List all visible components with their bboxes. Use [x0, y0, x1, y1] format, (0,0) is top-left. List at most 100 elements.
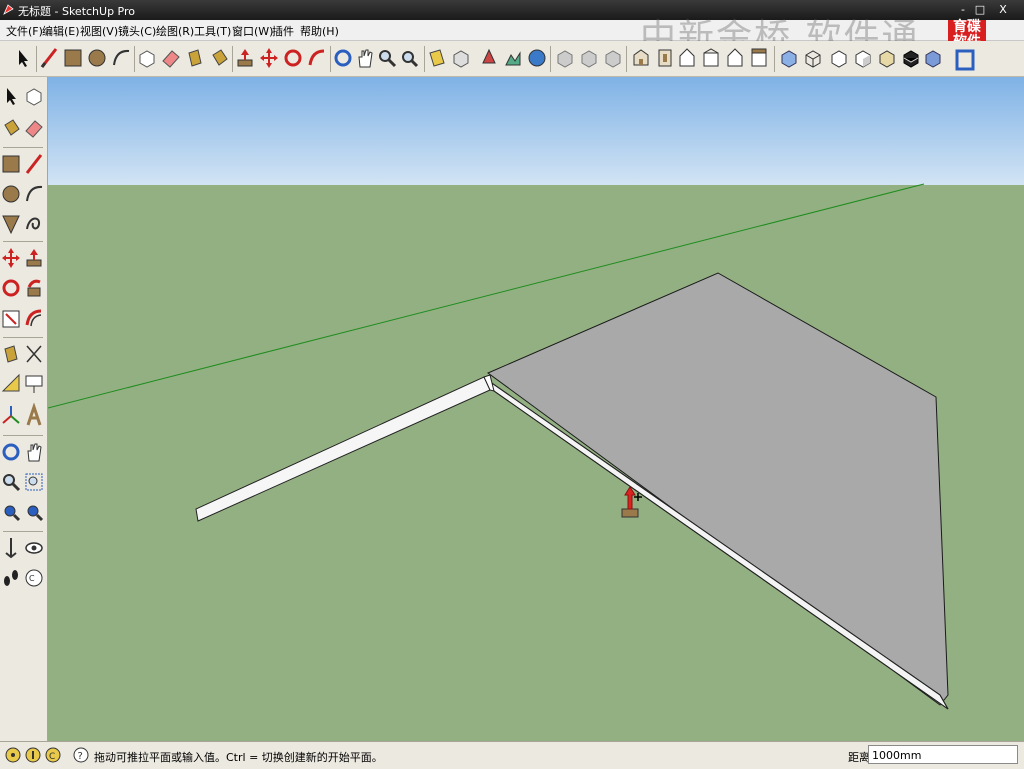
orbit-icon[interactable] — [0, 439, 22, 465]
section-plane-icon[interactable]: C — [23, 565, 45, 591]
close-button[interactable]: X — [995, 2, 1011, 18]
menu-window[interactable]: 窗口(W) — [232, 23, 273, 39]
paint-bucket-icon[interactable] — [0, 115, 22, 141]
pan-hand-icon[interactable] — [354, 45, 376, 71]
zoom-window-icon[interactable] — [23, 469, 45, 495]
make-component-icon[interactable] — [23, 83, 45, 109]
tape-measure-icon[interactable] — [0, 341, 22, 367]
scale-icon[interactable] — [0, 305, 22, 331]
polygon-icon[interactable] — [0, 211, 22, 237]
svg-text:?: ? — [78, 751, 83, 762]
outer-shell-icon[interactable] — [554, 45, 576, 71]
eraser-icon[interactable] — [160, 45, 182, 71]
credits-icon[interactable] — [24, 746, 42, 764]
follow-me-icon[interactable] — [306, 45, 328, 71]
orbit-icon[interactable] — [332, 45, 354, 71]
monochrome-icon[interactable] — [900, 45, 922, 71]
zoom-icon[interactable] — [376, 45, 398, 71]
rectangle-icon[interactable] — [62, 45, 84, 71]
intersect-icon[interactable] — [578, 45, 600, 71]
toggle-terrain-icon[interactable] — [502, 45, 524, 71]
wireframe-icon[interactable] — [802, 45, 824, 71]
style-frame-icon[interactable] — [954, 45, 976, 71]
union-icon[interactable] — [602, 45, 624, 71]
tape-measure-icon[interactable] — [184, 45, 206, 71]
select-icon[interactable] — [0, 83, 22, 109]
measurements-label: 距离 — [848, 751, 870, 764]
zoom-extents-icon[interactable] — [398, 45, 420, 71]
make-component-icon[interactable] — [136, 45, 158, 71]
toolbar-separator — [3, 435, 43, 436]
zoom-icon[interactable] — [0, 469, 22, 495]
measurements-input[interactable]: 1000mm — [868, 745, 1018, 764]
rectangle-icon[interactable] — [0, 151, 22, 177]
add-location-icon[interactable] — [478, 45, 500, 71]
paint-bucket-icon[interactable] — [208, 45, 230, 71]
shaded-icon[interactable] — [852, 45, 874, 71]
arc-icon[interactable] — [110, 45, 132, 71]
eraser-icon[interactable] — [23, 115, 45, 141]
push-pull-icon[interactable] — [234, 45, 256, 71]
xray-display-icon[interactable] — [922, 45, 944, 71]
xray-icon[interactable] — [778, 45, 800, 71]
text-tool-icon[interactable] — [23, 371, 45, 397]
menu-help[interactable]: 帮助(H) — [300, 23, 339, 39]
preview-google-earth-icon[interactable] — [526, 45, 548, 71]
share-model-icon[interactable] — [450, 45, 472, 71]
logo-line-1: 育碟 — [953, 19, 981, 35]
toolbar-separator — [424, 46, 425, 72]
push-pull-icon[interactable] — [23, 245, 45, 271]
menu-tools[interactable]: 工具(T) — [194, 23, 231, 39]
get-models-icon[interactable] — [426, 45, 448, 71]
geo-location-icon[interactable] — [4, 746, 22, 764]
iso-view-icon[interactable] — [630, 45, 652, 71]
rotate-icon[interactable] — [282, 45, 304, 71]
toolbar-separator — [3, 337, 43, 338]
toolbar-separator — [330, 46, 331, 72]
menu-camera[interactable]: 镜头(C) — [118, 23, 156, 39]
circle-icon[interactable] — [0, 181, 22, 207]
follow-me-icon[interactable] — [23, 275, 45, 301]
look-around-eye-icon[interactable] — [23, 535, 45, 561]
move-icon[interactable] — [0, 245, 22, 271]
hidden-line-icon[interactable] — [828, 45, 850, 71]
freehand-icon[interactable] — [23, 211, 45, 237]
select-icon[interactable] — [12, 45, 34, 71]
circle-icon[interactable] — [86, 45, 108, 71]
menu-plugins[interactable]: 插件 — [272, 23, 294, 39]
maximize-button[interactable]: □ — [972, 2, 988, 18]
back-view-icon[interactable] — [724, 45, 746, 71]
menu-file[interactable]: 文件(F) — [6, 23, 43, 39]
previous-view-icon[interactable] — [23, 499, 45, 525]
3d-text-icon[interactable] — [23, 403, 45, 429]
toolbar-separator — [134, 46, 135, 72]
top-view-icon[interactable] — [654, 45, 676, 71]
toolbar-separator — [3, 531, 43, 532]
walk-footprints-icon[interactable] — [0, 565, 22, 591]
modeling-viewport[interactable] — [48, 77, 1024, 741]
rotate-icon[interactable] — [0, 275, 22, 301]
help-question-icon[interactable]: ? — [72, 746, 90, 764]
menu-edit[interactable]: 编辑(E) — [42, 23, 80, 39]
zoom-extents-icon[interactable] — [0, 499, 22, 525]
left-view-icon[interactable] — [748, 45, 770, 71]
protractor-icon[interactable] — [0, 371, 22, 397]
line-icon[interactable] — [23, 151, 45, 177]
menu-draw[interactable]: 绘图(R) — [156, 23, 194, 39]
arc-icon[interactable] — [23, 181, 45, 207]
axes-icon[interactable] — [0, 403, 22, 429]
offset-icon[interactable] — [23, 305, 45, 331]
scene-canvas[interactable] — [48, 77, 1024, 741]
position-camera-icon[interactable] — [0, 535, 22, 561]
front-view-icon[interactable] — [676, 45, 698, 71]
menu-view[interactable]: 视图(V) — [80, 23, 118, 39]
right-view-icon[interactable] — [700, 45, 722, 71]
status-hint: 拖动可推拉平面或输入值。Ctrl = 切换创建新的开始平面。 — [94, 751, 383, 764]
pan-hand-icon[interactable] — [23, 439, 45, 465]
line-icon[interactable] — [38, 45, 60, 71]
dimension-icon[interactable] — [23, 341, 45, 367]
minimize-button[interactable]: - — [955, 2, 971, 18]
copyright-icon[interactable]: C — [44, 746, 62, 764]
move-icon[interactable] — [258, 45, 280, 71]
shaded-textures-icon[interactable] — [876, 45, 898, 71]
